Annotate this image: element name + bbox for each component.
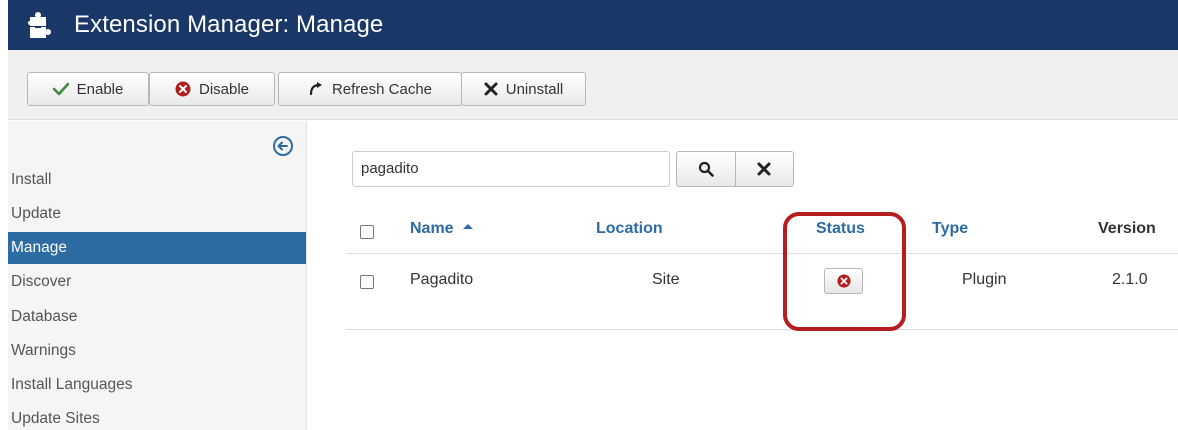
- check-icon: [52, 82, 69, 96]
- sidebar-item-update-sites[interactable]: Update Sites: [8, 403, 306, 430]
- enable-label: Enable: [76, 80, 124, 98]
- sidebar-item-install-languages[interactable]: Install Languages: [8, 369, 306, 401]
- page-header: Extension Manager: Manage: [8, 0, 1178, 50]
- extension-name: Pagadito: [410, 271, 474, 288]
- sidebar-item-label: Install: [11, 171, 52, 188]
- table-divider: [346, 253, 1178, 254]
- sidebar-item-label: Discover: [11, 273, 72, 290]
- sidebar-item-label: Update: [11, 205, 61, 222]
- search-button[interactable]: [677, 152, 735, 186]
- disable-button[interactable]: Disable: [149, 72, 275, 106]
- search-icon: [698, 161, 714, 177]
- disable-label: Disable: [198, 80, 250, 98]
- sidebar: Install Update Manage Discover Database …: [8, 121, 307, 430]
- sidebar-item-label: Manage: [11, 239, 68, 256]
- extension-type: Plugin: [962, 271, 1007, 288]
- table-divider: [346, 329, 1178, 330]
- remove-circle-icon: [175, 81, 191, 97]
- select-all-checkbox[interactable]: [360, 225, 374, 239]
- clear-search-button[interactable]: [734, 152, 794, 186]
- sidebar-item-install[interactable]: Install: [8, 164, 306, 196]
- close-icon: [484, 82, 498, 96]
- uninstall-label: Uninstall: [505, 80, 564, 98]
- sidebar-item-label: Update Sites: [11, 410, 100, 427]
- puzzle-piece-icon: [28, 12, 51, 38]
- extension-location: Site: [652, 271, 680, 288]
- row-checkbox[interactable]: [360, 275, 374, 289]
- sidebar-item-label: Install Languages: [11, 376, 133, 393]
- refresh-icon: [309, 82, 322, 96]
- toolbar: Enable Disable Refresh Cache Uninstall: [8, 50, 1178, 120]
- sidebar-item-discover[interactable]: Discover: [8, 266, 306, 298]
- column-header-version: Version: [1098, 220, 1156, 237]
- sidebar-item-update[interactable]: Update: [8, 198, 306, 230]
- sidebar-item-label: Database: [11, 308, 78, 325]
- search-button-group: [676, 151, 794, 187]
- page-title: Extension Manager: Manage: [74, 11, 384, 38]
- refresh-cache-label: Refresh Cache: [331, 80, 433, 98]
- status-highlight-annotation: [783, 212, 906, 331]
- close-icon: [757, 162, 771, 176]
- enable-button[interactable]: Enable: [27, 72, 149, 106]
- sidebar-item-label: Warnings: [11, 342, 76, 359]
- refresh-cache-button[interactable]: Refresh Cache: [278, 72, 462, 106]
- arrow-left-circle-icon[interactable]: [272, 135, 294, 157]
- column-header-type[interactable]: Type: [932, 220, 968, 238]
- search-input[interactable]: pagadito: [352, 151, 670, 187]
- sidebar-item-database[interactable]: Database: [8, 301, 306, 333]
- column-header-location[interactable]: Location: [596, 220, 663, 238]
- sidebar-item-manage[interactable]: Manage: [8, 232, 306, 264]
- uninstall-button[interactable]: Uninstall: [461, 72, 586, 106]
- sidebar-item-warnings[interactable]: Warnings: [8, 335, 306, 367]
- extension-version: 2.1.0: [1112, 271, 1148, 288]
- column-header-label: Name: [410, 220, 454, 237]
- column-header-name[interactable]: Name: [410, 220, 474, 238]
- sort-ascending-icon: [463, 224, 474, 229]
